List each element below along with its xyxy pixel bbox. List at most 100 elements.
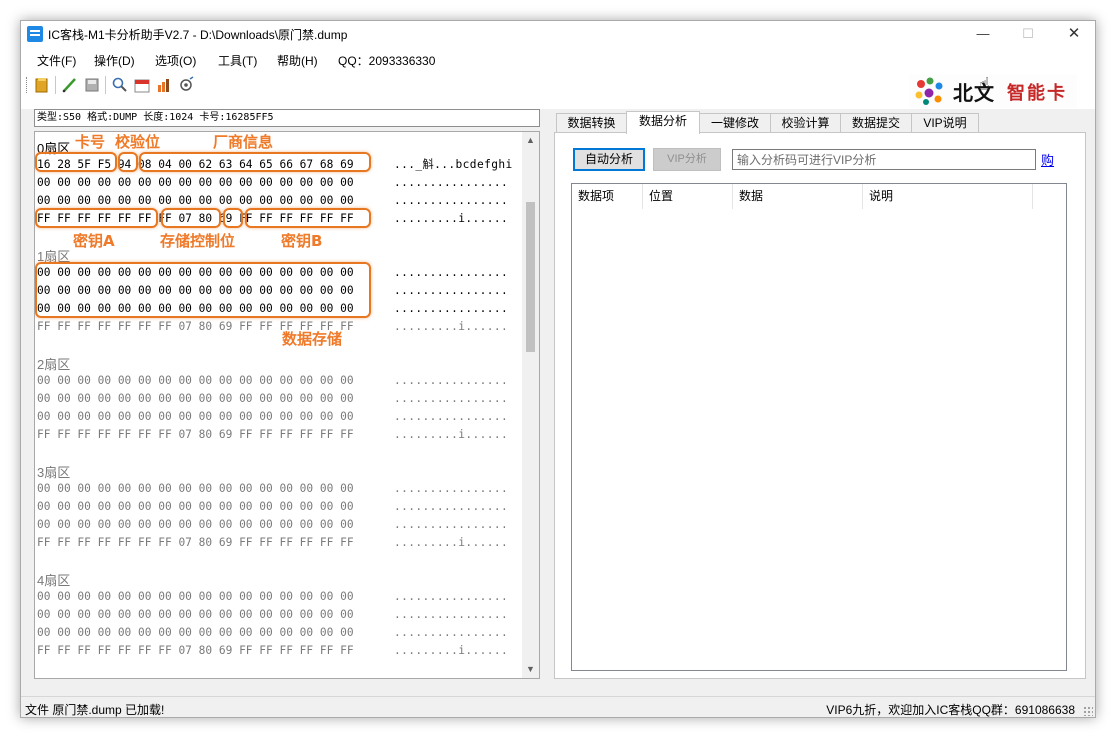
resize-grip-icon[interactable] (1083, 706, 1093, 716)
annotation-card-number: 卡号 (75, 133, 106, 151)
hex-bytes: FF FF FF FF FF FF FF 07 80 69 FF FF FF F… (37, 644, 354, 657)
hex-bytes: 00 00 00 00 00 00 00 00 00 00 00 00 00 0… (37, 374, 354, 387)
hex-ascii: ................ (394, 590, 509, 603)
menu-file[interactable]: 文件(F) (37, 52, 76, 69)
menu-qq: QQ：2093336330 (338, 54, 436, 68)
annotation-manufacturer: 厂商信息 (213, 133, 274, 151)
analysis-tab-body: 自动分析 VIP分析 购 数据项 位置 数据 说明 (554, 132, 1086, 679)
menu-operation[interactable]: 操作(D) (94, 52, 135, 69)
brand-logo: 北文 智能卡 ☝ (909, 74, 1077, 108)
annotation-data-storage: 数据存储 (282, 330, 343, 348)
hex-ascii: ................ (394, 176, 509, 189)
hex-row[interactable]: 00 00 00 00 00 00 00 00 00 00 00 00 00 0… (37, 588, 521, 606)
maximize-button[interactable]: ☐ (1005, 21, 1051, 47)
left-panel: 类型:S50 格式:DUMP 长度:1024 卡号:16285FF5 0扇区 16… (34, 109, 540, 679)
scroll-up-arrow-icon[interactable]: ▲ (522, 132, 539, 149)
settings-wizard-icon[interactable] (177, 76, 195, 94)
open-folder-icon[interactable] (33, 76, 51, 94)
tab-data-submit[interactable]: 数据提交 (840, 113, 912, 133)
hex-ascii: .........i...... (394, 212, 509, 225)
toolbar-separator (55, 76, 56, 94)
column-header-description[interactable]: 说明 (863, 184, 1033, 209)
hex-viewer[interactable]: 0扇区 16 28 5F F5 94 08 04 00 62 63 64 65 6… (34, 131, 540, 679)
search-icon[interactable] (111, 76, 129, 94)
column-header-data[interactable]: 数据 (733, 184, 863, 209)
hex-row[interactable]: 00 00 00 00 00 00 00 00 00 00 00 00 00 0… (37, 390, 521, 408)
right-panel: 数据转换 数据分析 一键修改 校验计算 数据提交 VIP说明 自动分析 VIP分… (554, 109, 1086, 679)
hex-ascii: .........i...... (394, 320, 509, 333)
highlight-key-a (35, 208, 158, 228)
hex-row[interactable]: 00 00 00 00 00 00 00 00 00 00 00 00 00 0… (37, 498, 521, 516)
tab-data-conversion[interactable]: 数据转换 (556, 113, 627, 133)
highlight-card-number (35, 152, 117, 172)
hex-bytes: 00 00 00 00 00 00 00 00 00 00 00 00 00 0… (37, 626, 354, 639)
save-disk-icon[interactable] (83, 76, 101, 94)
menu-help[interactable]: 帮助(H) (277, 52, 318, 69)
hex-ascii: ................ (394, 284, 509, 297)
hex-bytes: 00 00 00 00 00 00 00 00 00 00 00 00 00 0… (37, 482, 354, 495)
hex-bytes: 00 00 00 00 00 00 00 00 00 00 00 00 00 0… (37, 518, 354, 531)
calendar-icon[interactable] (133, 76, 151, 94)
annotation-access-bits: 存储控制位 (160, 232, 236, 250)
status-message: 文件 原门禁.dump 已加载! (25, 703, 165, 717)
hex-row[interactable]: 00 00 00 00 00 00 00 00 00 00 00 00 00 0… (37, 408, 521, 426)
hex-bytes: 00 00 00 00 00 00 00 00 00 00 00 00 00 0… (37, 176, 354, 189)
hex-bytes: 00 00 00 00 00 00 00 00 00 00 00 00 00 0… (37, 608, 354, 621)
highlight-manufacturer (139, 152, 371, 172)
column-header-item[interactable]: 数据项 (572, 184, 643, 209)
analysis-result-list[interactable]: 数据项 位置 数据 说明 (571, 183, 1067, 671)
minimize-button[interactable]: — (960, 21, 1006, 47)
tab-vip-info[interactable]: VIP说明 (911, 113, 979, 133)
hand-cursor-icon: ☝ (979, 74, 990, 94)
highlight-checksum (118, 152, 138, 172)
hex-vertical-scrollbar[interactable]: ▲ ▼ (522, 132, 539, 678)
hex-row[interactable]: FF FF FF FF FF FF FF 07 80 69 FF FF FF F… (37, 426, 521, 444)
hex-row[interactable]: 00 00 00 00 00 00 00 00 00 00 00 00 00 0… (37, 606, 521, 624)
hex-ascii: ................ (394, 374, 509, 387)
edit-pen-icon[interactable] (61, 76, 79, 94)
hex-bytes: 00 00 00 00 00 00 00 00 00 00 00 00 00 0… (37, 500, 354, 513)
toolbar-grip (26, 77, 28, 93)
close-button[interactable]: ✕ (1051, 21, 1095, 47)
tab-checksum-calc[interactable]: 校验计算 (770, 113, 841, 133)
annotation-key-a: 密钥A (73, 232, 115, 250)
hex-ascii: ..._斛...bcdefghi (394, 158, 513, 171)
highlight-access-bits-1 (161, 208, 221, 228)
card-info-bar: 类型:S50 格式:DUMP 长度:1024 卡号:16285FF5 (34, 109, 540, 127)
logo-dots-graphic (915, 77, 943, 105)
tab-one-click-edit[interactable]: 一键修改 (699, 113, 771, 133)
hex-ascii: ................ (394, 626, 509, 639)
vip-analyze-button[interactable]: VIP分析 (653, 148, 721, 171)
hex-ascii: ................ (394, 500, 509, 513)
hex-row[interactable]: FF FF FF FF FF FF FF 07 80 69 FF FF FF F… (37, 642, 521, 660)
hex-bytes: 00 00 00 00 00 00 00 00 00 00 00 00 00 0… (37, 410, 354, 423)
hex-ascii: ................ (394, 194, 509, 207)
scroll-down-arrow-icon[interactable]: ▼ (522, 661, 539, 678)
hex-ascii: ................ (394, 392, 509, 405)
scroll-thumb[interactable] (526, 202, 535, 352)
hex-row[interactable]: 00 00 00 00 00 00 00 00 00 00 00 00 00 0… (37, 174, 521, 192)
menu-options[interactable]: 选项(O) (155, 52, 196, 69)
tab-data-analysis[interactable]: 数据分析 (626, 111, 700, 134)
hex-ascii: ................ (394, 266, 509, 279)
annotation-key-b: 密钥B (281, 232, 323, 250)
toolbar: 北文 智能卡 ☝ (21, 71, 1095, 109)
hex-row[interactable]: FF FF FF FF FF FF FF 07 80 69 FF FF FF F… (37, 318, 521, 336)
hex-ascii: .........i...... (394, 644, 509, 657)
hex-row[interactable]: 00 00 00 00 00 00 00 00 00 00 00 00 00 0… (37, 516, 521, 534)
hex-row[interactable]: 00 00 00 00 00 00 00 00 00 00 00 00 00 0… (37, 624, 521, 642)
hex-row[interactable]: 00 00 00 00 00 00 00 00 00 00 00 00 00 0… (37, 372, 521, 390)
menu-tools[interactable]: 工具(T) (218, 52, 257, 69)
hex-row[interactable]: 00 00 00 00 00 00 00 00 00 00 00 00 00 0… (37, 480, 521, 498)
hex-ascii: .........i...... (394, 428, 509, 441)
column-header-position[interactable]: 位置 (643, 184, 733, 209)
analysis-code-input[interactable] (732, 149, 1036, 170)
hex-ascii: ................ (394, 302, 509, 315)
hex-row[interactable]: FF FF FF FF FF FF FF 07 80 69 FF FF FF F… (37, 534, 521, 552)
hex-ascii: ................ (394, 608, 509, 621)
chart-icon[interactable] (155, 76, 173, 94)
highlight-access-bits-2 (223, 208, 243, 228)
buy-link[interactable]: 购 (1041, 150, 1054, 169)
highlight-key-b (245, 208, 371, 228)
auto-analyze-button[interactable]: 自动分析 (573, 148, 645, 171)
